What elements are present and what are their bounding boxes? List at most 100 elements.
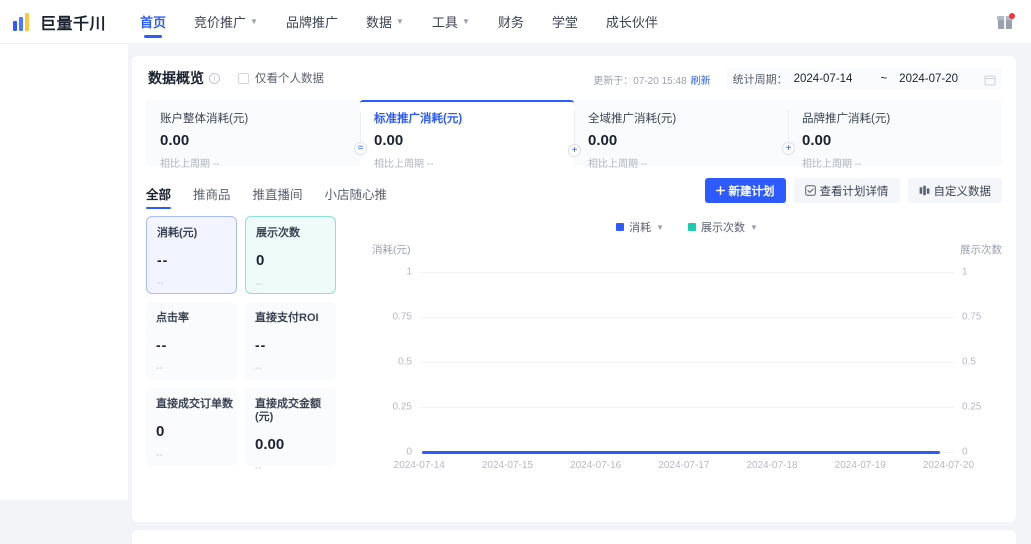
gridline: [420, 272, 954, 273]
summary-comparison: 相比上周期 --: [588, 159, 648, 170]
summary-cell-account-total[interactable]: 账户整体消耗(元) 0.00 相比上周期 -- =: [146, 100, 367, 170]
personal-data-checkbox[interactable]: 仅看个人数据: [238, 70, 324, 86]
metric-value: --: [157, 252, 169, 269]
metric-card-direct-orders[interactable]: 直接成交订单数 0 --: [146, 388, 237, 466]
chevron-down-icon: ▼: [396, 17, 404, 26]
y-axis-left-title: 消耗(元): [372, 244, 411, 256]
metric-card-consumption[interactable]: 消耗(元) -- --: [146, 216, 237, 294]
page-body: 数据概览 i 仅看个人数据 更新于：07-20 15:48 刷新 统计周期： 2…: [0, 44, 1031, 544]
x-axis-tick: 2024-07-18: [746, 460, 798, 471]
nav-item-label: 学堂: [551, 15, 578, 30]
refresh-button[interactable]: 刷新: [691, 72, 711, 87]
summary-label: 账户整体消耗(元): [160, 113, 249, 125]
tab-shop-free-promote[interactable]: 小店随心推: [325, 179, 388, 207]
chart-legend: 消耗 ▼ 展示次数 ▼: [372, 216, 1002, 238]
data-overview-panel: 数据概览 i 仅看个人数据 更新于：07-20 15:48 刷新 统计周期： 2…: [132, 56, 1016, 522]
gridline: [420, 317, 954, 318]
summary-metrics-strip: 账户整体消耗(元) 0.00 相比上周期 -- = 标准推广消耗(元) 0.00…: [146, 100, 1002, 170]
gift-icon[interactable]: [993, 10, 1017, 34]
metric-label: 点击率: [156, 312, 189, 324]
nav-item-label: 工具: [431, 15, 458, 30]
nav-item-label: 数据: [365, 15, 392, 30]
tab-label: 推直播间: [252, 187, 303, 202]
brand-logo[interactable]: 巨量千川: [12, 10, 106, 34]
y-axis-left-tick: 1: [406, 266, 412, 278]
y-axis-right-tick: 0: [962, 446, 968, 458]
metric-card-row: 消耗(元) -- -- 展示次数 0 --: [146, 216, 336, 294]
y-axis-right-tick: 0.25: [962, 401, 982, 413]
info-circle-icon[interactable]: i: [209, 72, 220, 84]
series-line-consumption: [422, 451, 940, 454]
panel-header-right: 更新于：07-20 15:48 刷新 统计周期： 2024-07-14 ~ 20…: [593, 68, 1002, 90]
x-axis-tick: 2024-07-19: [834, 460, 886, 471]
y-axis-right-tick: 0.75: [962, 311, 982, 323]
nav-item-list: 首页 竞价推广 ▼ 品牌推广 数据 ▼ 工具 ▼ 财务 学堂 成长伙伴: [126, 0, 672, 44]
metric-value: 0: [156, 423, 165, 441]
period-label: 统计周期：: [732, 74, 788, 86]
nav-item-bidding-promotion[interactable]: 竞价推广 ▼: [180, 0, 272, 44]
nav-item-growth-partner[interactable]: 成长伙伴: [592, 0, 672, 44]
chart-plot-area: 1 0.75 0.5 0.25 0 1 0.75 0.5 0.25 0: [372, 264, 1002, 458]
metric-value: 0.00: [255, 436, 285, 454]
metric-comparison: --: [156, 450, 163, 462]
nav-item-finance[interactable]: 财务: [484, 0, 538, 44]
nav-item-label: 竞价推广: [194, 15, 247, 30]
date-range-picker[interactable]: 统计周期： 2024-07-14 ~ 2024-07-20: [726, 68, 1002, 90]
metric-comparison: --: [256, 279, 263, 291]
nav-item-label: 首页: [140, 15, 167, 30]
left-rail: [0, 44, 128, 500]
chevron-down-icon: ▼: [250, 17, 258, 26]
operator-badge-equals: =: [354, 142, 367, 155]
metric-card-direct-payment-roi[interactable]: 直接支付ROI -- --: [245, 302, 336, 380]
nav-item-academy[interactable]: 学堂: [538, 0, 592, 44]
legend-item-impressions[interactable]: 展示次数 ▼: [688, 219, 758, 235]
nav-item-tools[interactable]: 工具 ▼: [418, 0, 484, 44]
y-axis-right-title: 展示次数: [960, 244, 1002, 256]
summary-label: 品牌推广消耗(元): [802, 113, 891, 125]
columns-icon: [919, 185, 930, 196]
y-axis-left-tick: 0.25: [392, 401, 412, 413]
summary-label: 全域推广消耗(元): [588, 113, 677, 125]
x-axis-tick: 2024-07-16: [570, 460, 622, 471]
nav-item-label: 品牌推广: [285, 15, 338, 30]
metric-label: 直接成交金额(元): [255, 398, 321, 424]
nav-item-brand-promotion[interactable]: 品牌推广: [272, 0, 352, 44]
gridline: [420, 407, 954, 408]
summary-cell-brand-promotion[interactable]: 品牌推广消耗(元) 0.00 相比上周期 --: [788, 100, 1002, 170]
checkbox-label: 仅看个人数据: [255, 73, 324, 85]
summary-value: 0.00: [802, 132, 832, 149]
tab-promote-livestream[interactable]: 推直播间: [253, 179, 303, 207]
summary-value: 0.00: [588, 132, 618, 149]
metric-value: 0: [256, 252, 265, 270]
custom-data-button[interactable]: 自定义数据: [907, 178, 1002, 203]
legend-label: 展示次数: [701, 222, 745, 234]
x-axis-tick: 2024-07-15: [481, 460, 534, 471]
x-axis: 2024-07-14 2024-07-15 2024-07-16 2024-07…: [372, 460, 1002, 476]
nav-item-home[interactable]: 首页: [126, 0, 180, 44]
metric-card-direct-gmv[interactable]: 直接成交金额(元) 0.00 --: [245, 388, 336, 474]
view-plan-detail-button[interactable]: 查看计划详情: [793, 178, 900, 203]
tab-promote-product[interactable]: 推商品: [193, 179, 231, 207]
chevron-down-icon: ▼: [461, 17, 470, 26]
calendar-icon[interactable]: [984, 73, 996, 86]
summary-cell-global-promotion[interactable]: 全域推广消耗(元) 0.00 相比上周期 -- +: [574, 100, 795, 170]
summary-value: 0.00: [160, 132, 190, 149]
legend-item-consumption[interactable]: 消耗 ▼: [616, 219, 664, 235]
metric-comparison: --: [157, 278, 164, 290]
legend-label: 消耗: [629, 222, 652, 234]
summary-comparison: 相比上周期 --: [802, 159, 862, 170]
summary-cell-standard-promotion[interactable]: 标准推广消耗(元) 0.00 相比上周期 -- +: [360, 100, 581, 170]
brand-name: 巨量千川: [40, 15, 107, 33]
view-plan-detail-label: 查看计划详情: [819, 185, 889, 198]
tab-label: 推商品: [193, 187, 231, 202]
new-plan-button[interactable]: 新建计划: [704, 178, 786, 203]
custom-data-label: 自定义数据: [933, 185, 992, 198]
nav-item-data[interactable]: 数据 ▼: [352, 0, 418, 44]
checkbox-square-icon: [804, 185, 816, 196]
metric-card-impressions[interactable]: 展示次数 0 --: [245, 216, 336, 294]
metric-comparison: --: [255, 463, 262, 475]
summary-comparison: 相比上周期 --: [374, 159, 434, 170]
metric-card-click-rate[interactable]: 点击率 -- --: [146, 302, 237, 380]
plus-icon: [715, 186, 725, 195]
tab-all[interactable]: 全部: [146, 179, 172, 209]
